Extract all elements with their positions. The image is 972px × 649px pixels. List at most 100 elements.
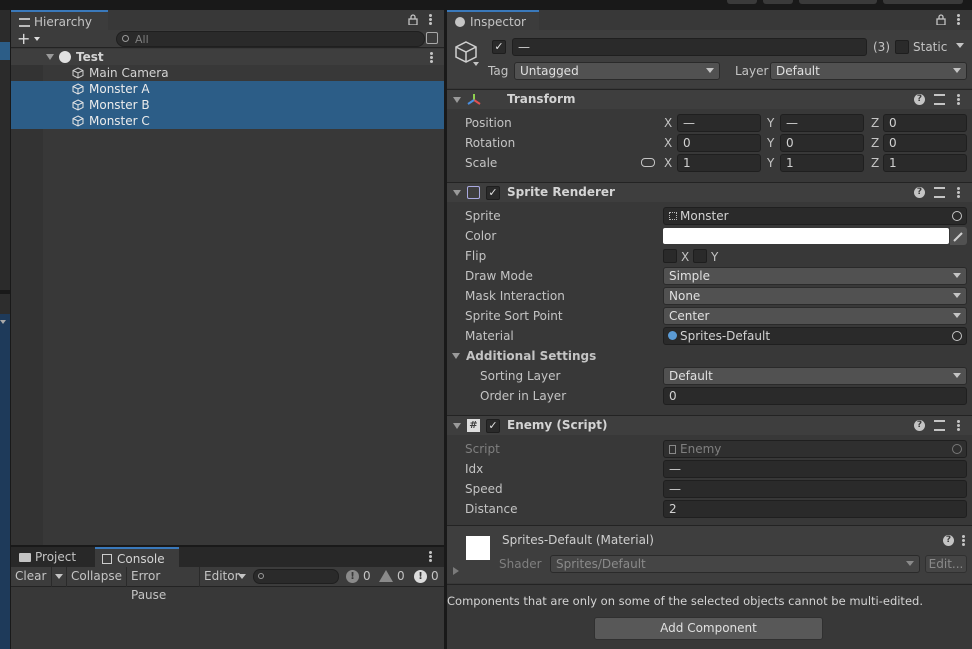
messages-toggle[interactable]: ! 0	[343, 567, 375, 587]
hierarchy-menu-icon[interactable]	[429, 14, 432, 25]
rotation-z-input[interactable]: 0	[883, 134, 967, 152]
flip-x-checkbox[interactable]	[663, 249, 677, 263]
clear-options-dropdown[interactable]	[52, 567, 67, 587]
collapse-toggle[interactable]: Collapse	[67, 567, 127, 587]
add-component-button[interactable]: Add Component	[594, 617, 823, 640]
gameobject-cube-icon[interactable]	[453, 38, 479, 66]
sprite-renderer-header[interactable]: ✓ Sprite Renderer ?	[447, 182, 972, 202]
mask-interaction-dropdown[interactable]: None	[663, 287, 967, 305]
distance-input[interactable]: 2	[663, 500, 967, 518]
static-checkbox[interactable]	[895, 40, 909, 54]
transform-header[interactable]: Transform ?	[447, 89, 972, 109]
enemy-enabled-checkbox[interactable]: ✓	[486, 419, 500, 433]
scale-y-input[interactable]: 1	[780, 154, 864, 172]
sorting-layer-dropdown[interactable]: Default	[663, 367, 967, 385]
rotation-y-value: 0	[786, 136, 794, 150]
toolbar-button-fragment[interactable]	[727, 0, 757, 4]
sprite-sort-point-dropdown[interactable]: Center	[663, 307, 967, 325]
draw-mode-dropdown[interactable]: Simple	[663, 267, 967, 285]
shader-dropdown[interactable]: Sprites/Default	[550, 555, 920, 573]
gameobject-cube-icon	[72, 115, 84, 127]
tag-dropdown[interactable]: Untagged	[514, 62, 720, 80]
expand-icon[interactable]	[453, 97, 461, 103]
transform-menu-icon[interactable]	[957, 94, 960, 105]
link-off-icon[interactable]	[641, 158, 655, 167]
help-icon[interactable]: ?	[914, 94, 925, 105]
rotation-x-input[interactable]: 0	[677, 134, 761, 152]
errors-toggle[interactable]: ! 0	[411, 567, 444, 587]
layer-dropdown[interactable]: Default	[770, 62, 967, 80]
presets-icon[interactable]	[934, 94, 945, 105]
error-icon: !	[414, 570, 427, 583]
add-button[interactable]: +	[17, 30, 45, 48]
static-dropdown[interactable]	[956, 43, 964, 48]
shader-edit-button[interactable]: Edit...	[925, 555, 967, 573]
help-icon[interactable]: ?	[943, 535, 954, 546]
expand-icon[interactable]	[453, 423, 461, 429]
object-picker-icon[interactable]	[952, 211, 962, 221]
console-search-input[interactable]	[253, 569, 339, 584]
scale-x-input[interactable]: 1	[677, 154, 761, 172]
active-checkbox[interactable]: ✓	[492, 40, 506, 54]
scale-z-input[interactable]: 1	[883, 154, 967, 172]
order-in-layer-input[interactable]: 0	[663, 387, 967, 405]
hierarchy-item[interactable]: Monster C	[11, 113, 444, 129]
toolbar-button-fragment[interactable]	[799, 0, 877, 4]
sprite-renderer-menu-icon[interactable]	[957, 187, 960, 198]
additional-settings-expand-icon[interactable]	[452, 353, 460, 359]
console-menu-icon[interactable]	[429, 551, 432, 562]
clear-button[interactable]: Clear	[11, 567, 52, 587]
position-x-input[interactable]: —	[677, 114, 761, 132]
lock-icon[interactable]	[407, 13, 419, 25]
hierarchy-item[interactable]: Monster A	[11, 81, 444, 97]
hierarchy-search-input[interactable]: All	[116, 31, 425, 47]
lock-icon[interactable]	[935, 13, 947, 25]
object-name-input[interactable]: —	[512, 38, 867, 56]
chevron-down-icon	[34, 37, 40, 41]
object-picker-icon[interactable]	[952, 331, 962, 341]
speed-input[interactable]: —	[663, 480, 967, 498]
expand-icon[interactable]	[46, 54, 54, 60]
material-object-field[interactable]: Sprites-Default	[663, 327, 967, 345]
sprite-renderer-enabled-checkbox[interactable]: ✓	[486, 186, 500, 200]
material-menu-icon[interactable]	[962, 535, 965, 546]
hierarchy-item[interactable]: Monster B	[11, 97, 444, 113]
tab-hierarchy[interactable]: Hierarchy	[11, 10, 108, 30]
axis-z-label: Z	[871, 116, 880, 130]
eyedropper-icon[interactable]	[950, 227, 967, 245]
inspector-menu-icon[interactable]	[957, 14, 960, 25]
enemy-script-menu-icon[interactable]	[957, 420, 960, 431]
scene-menu-icon[interactable]	[430, 52, 433, 63]
hierarchy-item[interactable]: Main Camera	[11, 65, 444, 81]
toolbar-button-fragment[interactable]	[883, 0, 963, 4]
editor-dropdown[interactable]: Editor	[200, 567, 250, 587]
material-value: Sprites-Default	[680, 329, 771, 343]
material-expand-icon[interactable]	[453, 567, 459, 575]
presets-icon[interactable]	[934, 187, 945, 198]
idx-input[interactable]: —	[663, 460, 967, 478]
rotation-y-input[interactable]: 0	[780, 134, 864, 152]
help-icon[interactable]: ?	[914, 187, 925, 198]
search-icon	[258, 573, 264, 579]
scene-filter-icon[interactable]	[426, 32, 438, 44]
flip-y-checkbox[interactable]	[693, 249, 707, 263]
tab-inspector[interactable]: Inspector	[447, 10, 539, 30]
additional-settings-label[interactable]: Additional Settings	[466, 347, 596, 365]
position-z-input[interactable]: 0	[883, 114, 967, 132]
sprite-object-field[interactable]: Monster	[663, 207, 967, 225]
expand-icon[interactable]	[453, 190, 461, 196]
position-z-value: 0	[889, 116, 897, 130]
enemy-script-header[interactable]: # ✓ Enemy (Script) ?	[447, 415, 972, 435]
error-pause-toggle[interactable]: Error Pause	[127, 567, 200, 602]
position-y-input[interactable]: —	[780, 114, 864, 132]
tab-project[interactable]: Project	[11, 547, 93, 567]
scene-row[interactable]: Test	[11, 49, 444, 65]
toolbar-button-fragment[interactable]	[763, 0, 793, 4]
warnings-toggle[interactable]: 0	[377, 567, 409, 587]
presets-icon[interactable]	[934, 420, 945, 431]
static-label: Static	[913, 40, 948, 54]
help-icon[interactable]: ?	[914, 420, 925, 431]
color-swatch[interactable]	[663, 228, 949, 244]
clear-label: Clear	[15, 569, 47, 583]
tab-console[interactable]: Console	[95, 547, 179, 567]
